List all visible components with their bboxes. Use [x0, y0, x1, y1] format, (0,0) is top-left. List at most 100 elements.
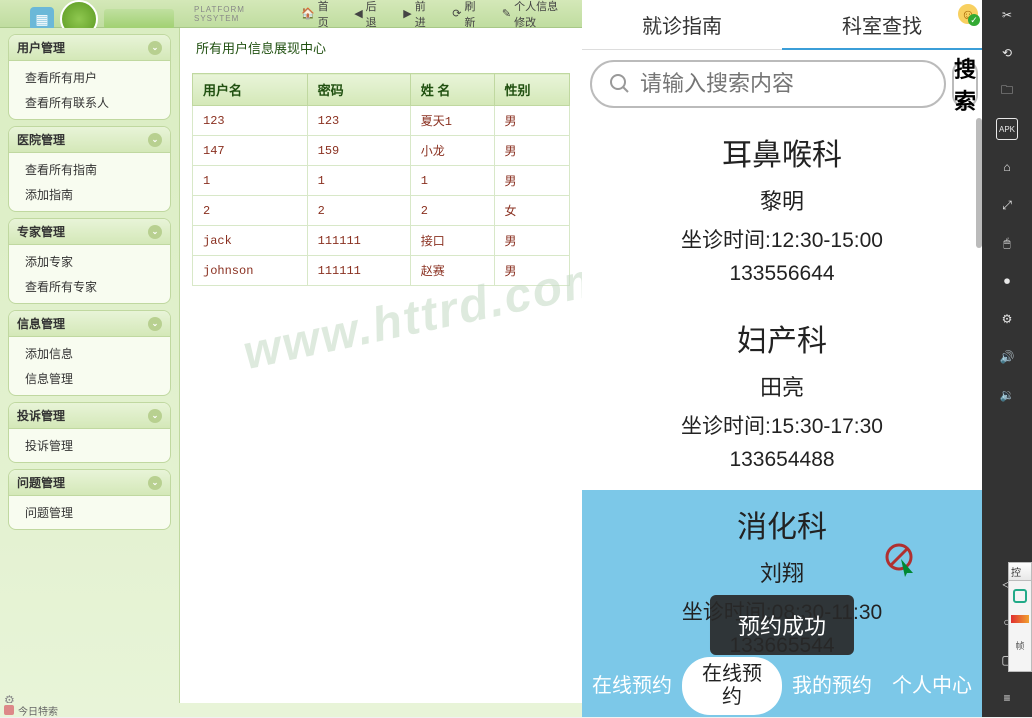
sidebar-item[interactable]: 添加信息: [9, 341, 170, 366]
table-cell: 1: [410, 166, 494, 196]
bottom-nav-item[interactable]: 我的预约: [782, 655, 882, 717]
department-card[interactable]: 耳鼻喉科黎明坐诊时间:12:30-15:00133556644: [582, 118, 982, 304]
tab-department[interactable]: 科室查找: [782, 0, 982, 49]
home-icon[interactable]: ⌂: [996, 156, 1018, 178]
table-row[interactable]: 222女: [193, 196, 570, 226]
visit-time: 坐诊时间:12:30-15:00: [582, 224, 982, 254]
sidebar-header-label: 用户管理: [17, 39, 65, 56]
table-cell: 男: [494, 106, 569, 136]
sidebar-header[interactable]: 用户管理 ⌄: [9, 35, 170, 61]
sidebar-item[interactable]: 查看所有指南: [9, 157, 170, 182]
sidebar: 用户管理 ⌄ 查看所有用户查看所有联系人医院管理 ⌄ 查看所有指南添加指南专家管理 ⌄ 添加…: [0, 28, 180, 717]
table-header: 性别: [494, 74, 569, 106]
table-header: 密码: [307, 74, 410, 106]
control-float-preview-icon: [1013, 589, 1027, 603]
table-cell: 男: [494, 166, 569, 196]
table-cell: 赵赛: [410, 256, 494, 286]
collapse-icon[interactable]: ⌄: [148, 409, 162, 423]
footer-icon: [4, 705, 14, 715]
footer-bar: 今日特索: [0, 703, 582, 717]
table-cell: jack: [193, 226, 308, 256]
collapse-icon[interactable]: ⌄: [148, 476, 162, 490]
control-float-fps-label: 帧: [1009, 639, 1031, 652]
sidebar-header[interactable]: 信息管理⌄: [9, 311, 170, 337]
page-title: 所有用户信息展现中心: [192, 38, 570, 57]
volume-icon[interactable]: 🔊: [996, 346, 1018, 368]
bottom-nav-item[interactable]: 在线预约: [582, 655, 682, 717]
apk-icon[interactable]: APK: [996, 118, 1018, 140]
content-area: 所有用户信息展现中心 用户名密码姓 名性别 123123夏天1男147159小龙…: [180, 28, 582, 717]
table-cell: 夏天1: [410, 106, 494, 136]
volume-down-icon[interactable]: 🔉: [996, 384, 1018, 406]
table-cell: 男: [494, 226, 569, 256]
sidebar-header[interactable]: 投诉管理⌄: [9, 403, 170, 429]
collapse-icon[interactable]: ⌄: [148, 225, 162, 239]
sidebar-header[interactable]: 专家管理 ⌄: [9, 219, 170, 245]
visit-time: 坐诊时间:15:30-17:30: [582, 410, 982, 440]
table-cell: 159: [307, 136, 410, 166]
platform-label: PLATFORM SYSYTEM: [194, 5, 274, 23]
sidebar-block: 信息管理⌄ 添加信息信息管理: [8, 310, 171, 396]
status-badge-icon: ☺ ✓: [956, 2, 980, 26]
control-float-title: 控: [1009, 563, 1031, 581]
table-cell: 2: [193, 196, 308, 226]
expand-icon[interactable]: ⤢: [996, 194, 1018, 216]
table-cell: 123: [193, 106, 308, 136]
search-box[interactable]: [590, 60, 946, 108]
footer-label: 今日特索: [18, 703, 58, 718]
table-cell: 男: [494, 136, 569, 166]
sidebar-header-label: 专家管理: [17, 223, 65, 240]
department-list[interactable]: 耳鼻喉科黎明坐诊时间:12:30-15:00133556644妇产科田亮坐诊时间…: [582, 118, 982, 655]
phone-emulator: 就诊指南 科室查找 搜索 耳鼻喉科黎明坐诊时间:12:30-15:0013355…: [582, 0, 982, 717]
mouse-icon[interactable]: 🖱: [996, 232, 1018, 254]
table-header: 用户名: [193, 74, 308, 106]
table-row[interactable]: 123123夏天1男: [193, 106, 570, 136]
sidebar-item[interactable]: 添加指南: [9, 182, 170, 207]
sidebar-header[interactable]: 问题管理⌄: [9, 470, 170, 496]
table-cell: 接口: [410, 226, 494, 256]
sidebar-block: 投诉管理⌄ 投诉管理: [8, 402, 171, 463]
sidebar-item[interactable]: 查看所有用户: [9, 65, 170, 90]
bottom-nav: 在线预约在线预约我的预约个人中心: [582, 655, 982, 717]
search-input[interactable]: [640, 71, 928, 97]
rotate-icon[interactable]: ⟲: [996, 42, 1018, 64]
control-float-window[interactable]: 控 帧: [1008, 562, 1032, 672]
table-cell: 2: [307, 196, 410, 226]
table-cell: 111111: [307, 256, 410, 286]
bottom-nav-item[interactable]: 个人中心: [882, 655, 982, 717]
tab-guide[interactable]: 就诊指南: [582, 0, 782, 49]
sidebar-block: 问题管理⌄ 问题管理: [8, 469, 171, 530]
sidebar-block: 专家管理 ⌄ 添加专家查看所有专家: [8, 218, 171, 304]
bottom-nav-label: 在线预约: [682, 657, 782, 715]
sidebar-item[interactable]: 查看所有联系人: [9, 90, 170, 115]
gear-icon[interactable]: ⚙: [996, 308, 1018, 330]
sidebar-header[interactable]: 医院管理 ⌄: [9, 127, 170, 153]
user-table: 用户名密码姓 名性别 123123夏天1男147159小龙男111男222女ja…: [192, 73, 570, 286]
department-card[interactable]: 妇产科田亮坐诊时间:15:30-17:30133654488: [582, 304, 982, 490]
table-cell: 1: [193, 166, 308, 196]
video-icon[interactable]: ⏺: [996, 270, 1018, 292]
admin-panel: ▦ PLATFORM SYSYTEM 🏠首页 ◀后退 ▶前进 ⟳刷新 ✎个人信息…: [0, 0, 582, 717]
collapse-icon[interactable]: ⌄: [148, 41, 162, 55]
menu-icon[interactable]: ≡: [996, 687, 1018, 709]
sidebar-header-label: 医院管理: [17, 131, 65, 148]
collapse-icon[interactable]: ⌄: [148, 317, 162, 331]
table-row[interactable]: 111男: [193, 166, 570, 196]
table-row[interactable]: jack111111接口男: [193, 226, 570, 256]
table-cell: 小龙: [410, 136, 494, 166]
sidebar-item[interactable]: 问题管理: [9, 500, 170, 525]
scissors-icon[interactable]: ✂: [996, 4, 1018, 26]
sidebar-item[interactable]: 投诉管理: [9, 433, 170, 458]
search-button[interactable]: 搜索: [952, 60, 978, 108]
sidebar-item[interactable]: 信息管理: [9, 366, 170, 391]
table-cell: 123: [307, 106, 410, 136]
table-row[interactable]: johnson111111赵赛男: [193, 256, 570, 286]
sidebar-block: 医院管理 ⌄ 查看所有指南添加指南: [8, 126, 171, 212]
collapse-icon[interactable]: ⌄: [148, 133, 162, 147]
sidebar-item[interactable]: 添加专家: [9, 249, 170, 274]
toast-message: 预约成功: [710, 595, 854, 655]
sidebar-item[interactable]: 查看所有专家: [9, 274, 170, 299]
bottom-nav-item[interactable]: 在线预约: [682, 655, 782, 717]
folder-icon[interactable]: 🗀: [996, 80, 1018, 102]
table-row[interactable]: 147159小龙男: [193, 136, 570, 166]
